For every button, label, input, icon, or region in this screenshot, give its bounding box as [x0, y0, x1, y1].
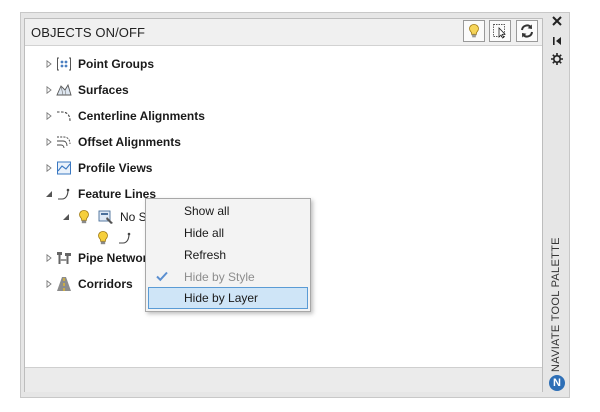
lightbulb-icon [469, 24, 479, 38]
corridors-icon [57, 277, 71, 291]
tree-child-label: No S [120, 210, 147, 224]
tree-item-label: Profile Views [78, 161, 153, 175]
select-cursor-icon [493, 24, 506, 39]
pin-icon [553, 37, 561, 45]
close-icon [552, 16, 562, 26]
lightbulb-icon[interactable] [95, 230, 111, 246]
tree-item-label: Corridors [78, 277, 133, 291]
menu-item-hide-by-layer[interactable]: Hide by Layer [148, 287, 308, 309]
offset-alignment-icon [57, 136, 71, 149]
menu-item-show-all[interactable]: Show all [148, 200, 308, 222]
naviate-logo: N [549, 375, 565, 391]
centerline-alignment-icon [57, 111, 71, 122]
point-groups-icon [57, 57, 71, 71]
palette-title: NAVIATE TOOL PALETTE [550, 237, 562, 372]
profile-views-icon [57, 161, 71, 175]
tree-item-label: Offset Alignments [78, 135, 181, 149]
menu-item-refresh[interactable]: Refresh [148, 244, 308, 266]
refresh-button[interactable] [516, 20, 538, 42]
lightbulb-icon[interactable] [76, 209, 92, 225]
tree-child-style[interactable]: No S [62, 207, 154, 227]
auto-hide-button[interactable] [550, 34, 566, 48]
expand-arrow-icon[interactable] [45, 86, 53, 94]
menu-item-hide-by-style[interactable]: Hide by Style [148, 266, 308, 288]
collapse-arrow-icon[interactable] [62, 213, 70, 221]
expand-arrow-icon[interactable] [45, 112, 53, 120]
palette-properties-button[interactable] [550, 52, 566, 66]
pipe-network-icon [57, 252, 71, 264]
refresh-icon [521, 24, 533, 38]
close-palette-button[interactable] [550, 14, 566, 28]
menu-item-hide-all[interactable]: Hide all [148, 222, 308, 244]
expand-arrow-icon[interactable] [45, 280, 53, 288]
tree-item-label: Centerline Alignments [78, 109, 205, 123]
select-objects-button[interactable] [489, 20, 511, 42]
collapse-arrow-icon[interactable] [45, 190, 53, 198]
status-bar [25, 367, 542, 392]
style-icon [98, 210, 113, 224]
feature-line-icon [119, 232, 131, 244]
panel-header: OBJECTS ON/OFF [25, 19, 542, 46]
expand-arrow-icon[interactable] [45, 138, 53, 146]
checkmark-icon [156, 271, 168, 282]
settings-icon [551, 53, 563, 65]
context-menu: Show all Hide all Refresh Hide by Style … [145, 198, 311, 312]
panel-title: OBJECTS ON/OFF [31, 25, 146, 40]
expand-arrow-icon[interactable] [45, 164, 53, 172]
lightbulb-toggle-button[interactable] [463, 20, 485, 42]
feature-line-icon [58, 188, 70, 200]
surfaces-icon [56, 83, 72, 96]
expand-arrow-icon[interactable] [45, 60, 53, 68]
palette-side-strip: NAVIATE TOOL PALETTE N [546, 12, 570, 398]
tree-item-label: Point Groups [78, 57, 154, 71]
tree-item-label: Surfaces [78, 83, 129, 97]
tree-item-label: Pipe Networ [78, 251, 148, 265]
expand-arrow-icon[interactable] [45, 254, 53, 262]
